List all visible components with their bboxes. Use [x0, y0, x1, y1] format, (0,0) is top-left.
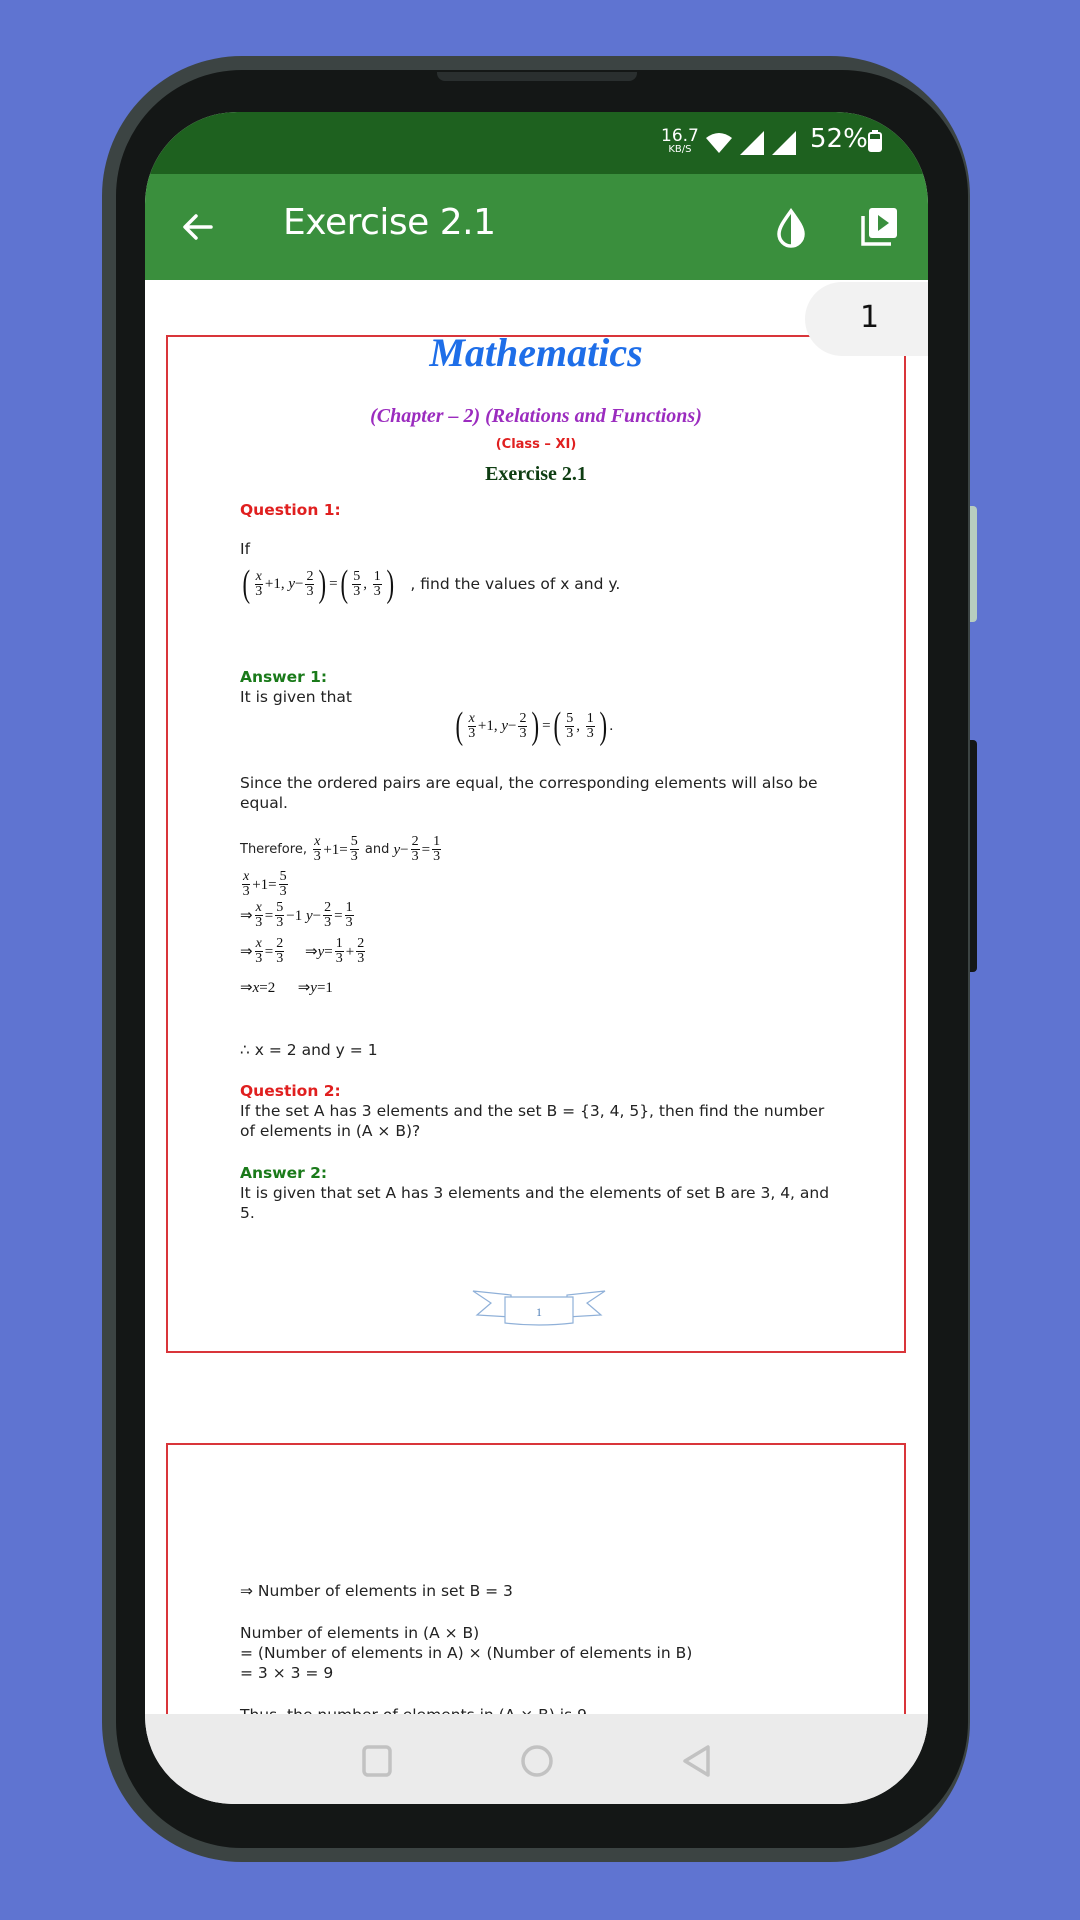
page2-line: = (Number of elements in A) × (Number of…: [240, 1644, 693, 1662]
recents-button[interactable]: [361, 1744, 393, 1778]
page-number: 1: [536, 1305, 542, 1319]
answer-1-conclusion: ∴ x = 2 and y = 1: [240, 1041, 378, 1059]
back-button[interactable]: [681, 1744, 713, 1778]
page2-line: = 3 × 3 = 9: [240, 1664, 334, 1682]
answer-1-therefore: Therefore, x 3 +1= 5 3 and y −2 3 = 1 3: [240, 834, 442, 864]
step-1: x 3 +1= 5 3: [242, 869, 288, 899]
page-title: Exercise 2.1: [283, 202, 496, 243]
screen: 16.7 KB/S 52% Exercise 2.1 1 Mathematics…: [145, 112, 928, 1804]
wifi-icon: [706, 133, 732, 153]
power-button: [970, 506, 977, 622]
page2-line: ⇒ Number of elements in set B = 3: [240, 1582, 513, 1600]
signal-icon: [772, 131, 796, 155]
page-number-ribbon: 1: [472, 1290, 606, 1326]
page-indicator: 1: [805, 282, 928, 356]
signal-icon: [740, 131, 764, 155]
question-2-text: If the set A has 3 elements and the set …: [240, 1102, 825, 1140]
question-1-equation: (x 3 +1, y −2 3) =(5 3, 1 3) , find the values …: [240, 563, 621, 605]
doc-title: Mathematics: [429, 330, 643, 375]
pdf-page: Mathematics (Chapter – 2) (Relations and…: [166, 330, 906, 1353]
doc-class: (Class – XI): [495, 437, 577, 452]
back-arrow-icon[interactable]: [181, 210, 215, 244]
navigation-bar: [145, 1714, 928, 1804]
pdf-page: ⇒ Number of elements in set B = 3 Number…: [166, 1443, 906, 1714]
battery-percent: 52%: [810, 124, 868, 154]
answer-2-text: It is given that set A has 3 elements an…: [240, 1184, 830, 1222]
page2-line: Thus, the number of elements in (A × B) …: [240, 1705, 592, 1714]
network-speed: 16.7 KB/S: [661, 126, 699, 156]
page2-line: Number of elements in (A × B): [240, 1624, 480, 1642]
battery-icon: [868, 130, 882, 152]
doc-exercise: Exercise 2.1: [485, 463, 587, 485]
video-library-icon[interactable]: [859, 206, 899, 248]
answer-2-label: Answer 2:: [240, 1164, 328, 1182]
earpiece-speaker: [437, 72, 637, 81]
status-bar: 16.7 KB/S 52%: [145, 112, 928, 174]
step-3: ⇒ x 3 = 2 3 ⇒ y = 1 3 +2 3: [240, 936, 366, 966]
question-2-label: Question 2:: [240, 1082, 341, 1100]
math-expression: (x 3 +1, y −2 3) =(5 3, 1 3): [242, 563, 394, 605]
doc-chapter: (Chapter – 2) (Relations and Functions): [370, 405, 702, 427]
step-4: ⇒ x =2 ⇒ y =1: [240, 980, 333, 996]
question-1-label: Question 1:: [240, 501, 341, 519]
answer-1-intro: It is given that: [240, 688, 352, 706]
answer-1-label: Answer 1:: [240, 668, 328, 686]
answer-1-explanation: Since the ordered pairs are equal, the c…: [240, 774, 818, 812]
theme-drop-icon[interactable]: [773, 208, 809, 248]
app-bar: Exercise 2.1: [145, 174, 928, 280]
question-1-intro: If: [240, 540, 251, 558]
pdf-viewer[interactable]: 1 Mathematics (Chapter – 2) (Relations a…: [145, 280, 928, 1714]
home-button[interactable]: [520, 1744, 554, 1778]
step-2: ⇒ x 3 = 5 3 −1 y −2 3 = 1 3: [240, 900, 354, 930]
answer-1-equation: (x 3 +1, y −2 3) =(5 3, 1 3).: [455, 705, 614, 747]
volume-button: [970, 740, 977, 972]
